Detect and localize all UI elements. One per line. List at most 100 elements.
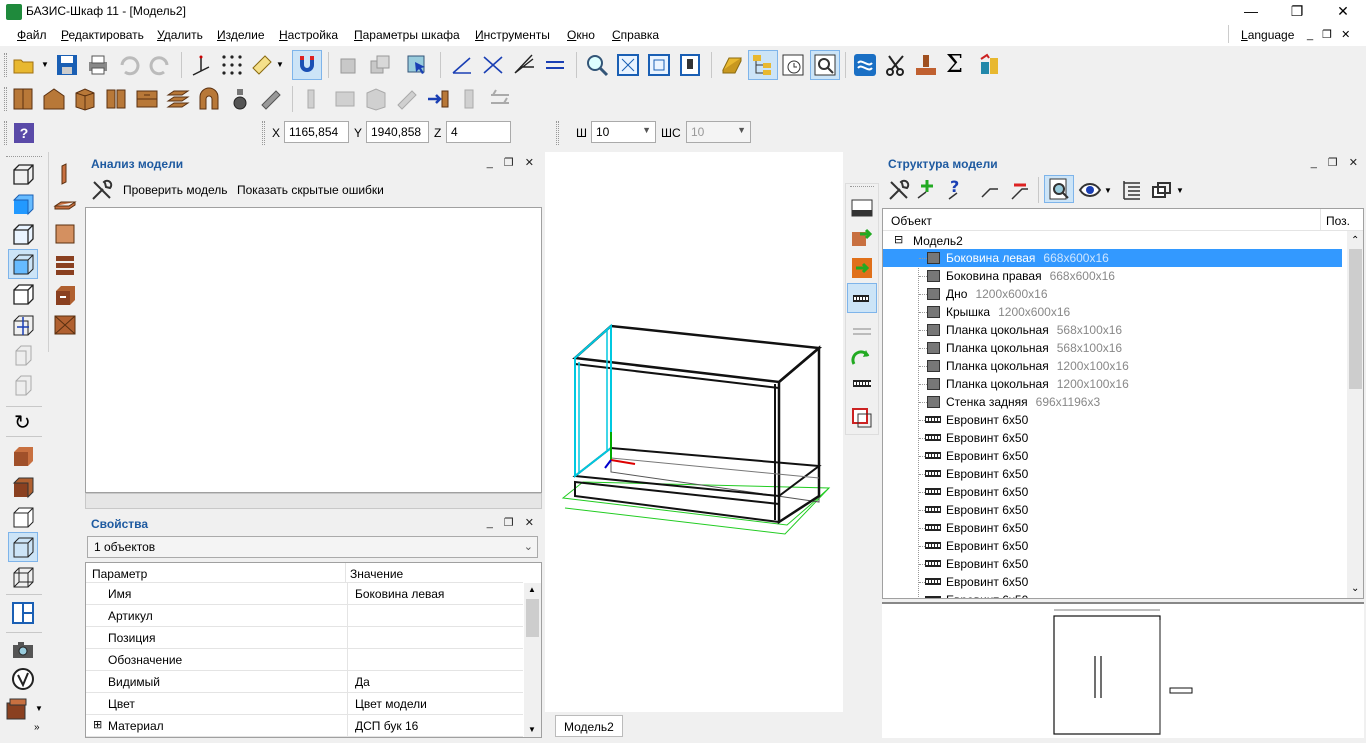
menu-file[interactable]: Файл xyxy=(17,28,47,42)
scissors-icon[interactable] xyxy=(884,53,908,77)
disabled-view-2-icon[interactable] xyxy=(11,373,35,397)
white-render-icon[interactable] xyxy=(11,505,35,529)
snap-magnet-button[interactable] xyxy=(292,50,322,80)
menu-settings[interactable]: Настройка xyxy=(279,28,338,42)
disabled-view-1-icon[interactable] xyxy=(11,343,35,367)
minimize-button[interactable]: — xyxy=(1228,0,1274,24)
fastener-toggle-button[interactable] xyxy=(847,283,877,313)
menu-product[interactable]: Изделие xyxy=(217,28,265,42)
parallel-lines-icon[interactable] xyxy=(543,53,567,77)
basis-connect-icon[interactable] xyxy=(853,53,877,77)
property-row[interactable]: Обозначение xyxy=(86,649,523,671)
property-value[interactable]: ДСП бук 16 xyxy=(355,719,418,733)
menu-language[interactable]: Language xyxy=(1241,28,1294,42)
drawer-icon[interactable] xyxy=(135,87,159,111)
scroll-up-icon[interactable]: ▲ xyxy=(528,585,536,594)
vertical-scrollbar[interactable]: ▲ ▼ xyxy=(524,583,541,737)
check-model-button[interactable]: Проверить модель xyxy=(123,183,228,197)
box-outline-icon[interactable] xyxy=(11,282,35,306)
tree-item[interactable]: Евровинт 6х50 xyxy=(883,555,1342,573)
more-tools-icon[interactable]: » xyxy=(34,722,40,733)
property-row[interactable]: Имя Боковина левая xyxy=(86,583,523,605)
materials-icon[interactable] xyxy=(5,697,29,721)
sigma-icon[interactable]: Σ xyxy=(946,52,963,76)
tree-item[interactable]: Планка цокольная 1200x100x16 xyxy=(883,357,1342,375)
move-green-icon[interactable] xyxy=(850,256,874,280)
tree-item[interactable]: Планка цокольная 1200x100x16 xyxy=(883,375,1342,393)
shaped-panel-icon[interactable] xyxy=(53,313,77,337)
shaded-render-icon[interactable] xyxy=(11,475,35,499)
box-wire-icon[interactable] xyxy=(11,162,35,186)
panel-view-icon[interactable] xyxy=(850,196,874,220)
tree-item[interactable]: Евровинт 6х50 xyxy=(883,519,1342,537)
wrench-screwdriver-icon[interactable] xyxy=(887,178,911,202)
panel-controls[interactable]: _ ❐ ✕ xyxy=(487,156,538,169)
save-icon[interactable] xyxy=(55,53,79,77)
toolbar-grip[interactable] xyxy=(4,121,7,145)
x-coordinate-input[interactable]: 1165,854 xyxy=(284,121,349,143)
cabinet-house-icon[interactable] xyxy=(42,87,66,111)
wardrobe-icon[interactable] xyxy=(11,87,35,111)
tree-item[interactable]: Евровинт 6х50 xyxy=(883,573,1342,591)
red-frame-icon[interactable] xyxy=(850,406,874,430)
menu-delete[interactable]: Удалить xyxy=(157,28,203,42)
toolbar-grip[interactable] xyxy=(6,156,42,158)
grid-dots-icon[interactable] xyxy=(220,53,244,77)
insert-arrow-icon[interactable] xyxy=(426,87,450,111)
vertical-panel-icon[interactable] xyxy=(53,162,77,186)
menu-cabinet-params[interactable]: Параметры шкафа xyxy=(354,28,460,42)
shaded-wire-button[interactable] xyxy=(8,249,38,279)
property-value[interactable]: Да xyxy=(355,675,370,689)
chevron-down-icon[interactable]: ▼ xyxy=(1176,186,1184,195)
tree-root-label[interactable]: Модель2 xyxy=(913,234,963,248)
panel-controls[interactable]: _ ❐ ✕ xyxy=(487,516,538,529)
visualization-icon[interactable] xyxy=(11,667,35,691)
zoom-fit-icon[interactable] xyxy=(616,53,640,77)
shelves-icon[interactable] xyxy=(166,87,190,111)
toolbar-grip[interactable] xyxy=(556,121,559,145)
tree-item[interactable]: Стенка задняя 696x1196x3 xyxy=(883,393,1342,411)
zoom-window-icon[interactable] xyxy=(647,53,671,77)
tree-item[interactable]: Евровинт 6х50 xyxy=(883,465,1342,483)
mdi-controls[interactable]: _ ❐ ✕ xyxy=(1307,28,1353,41)
view-icon[interactable] xyxy=(678,53,702,77)
tree-item[interactable]: Планка цокольная 568x100x16 xyxy=(883,339,1342,357)
toolbar-grip[interactable] xyxy=(850,186,874,188)
property-row[interactable]: ⊞ Материал ДСП бук 16 xyxy=(86,715,523,737)
property-row[interactable]: Видимый Да xyxy=(86,671,523,693)
disabled-tool-2-icon[interactable] xyxy=(333,87,357,111)
tree-item[interactable]: Боковина правая 668x600x16 xyxy=(883,267,1342,285)
collapse-icon[interactable]: ⊟ xyxy=(894,233,903,246)
toolbar-grip[interactable] xyxy=(4,87,7,111)
wheel-support-icon[interactable] xyxy=(228,87,252,111)
close-button[interactable]: ✕ xyxy=(1320,0,1366,24)
scroll-down-icon[interactable]: ▼ xyxy=(528,725,536,734)
move-panel-icon[interactable] xyxy=(337,53,361,77)
arch-icon[interactable] xyxy=(197,87,221,111)
y-coordinate-input[interactable]: 1940,858 xyxy=(366,121,429,143)
material-book-icon[interactable] xyxy=(720,53,744,77)
menu-help[interactable]: Справка xyxy=(612,28,659,42)
connect-line-icon[interactable] xyxy=(978,177,1002,201)
undo-icon[interactable] xyxy=(117,53,141,77)
disabled-tool-4-icon[interactable] xyxy=(395,87,419,111)
axes-icon[interactable] xyxy=(189,53,213,77)
texture-render-icon[interactable] xyxy=(11,444,35,468)
scroll-up-icon[interactable]: ⌃ xyxy=(1351,235,1359,246)
doors-icon[interactable] xyxy=(104,87,128,111)
tree-item[interactable]: Крышка 1200x600x16 xyxy=(883,303,1342,321)
tree-item[interactable]: Евровинт 6х50 xyxy=(883,501,1342,519)
camera-icon[interactable] xyxy=(11,637,35,661)
drawer-front-icon[interactable] xyxy=(53,283,77,307)
maximize-button[interactable]: ❐ xyxy=(1274,0,1320,24)
z-coordinate-input[interactable]: 4 xyxy=(446,121,511,143)
chevron-down-icon[interactable]: ▼ xyxy=(41,60,49,69)
box-edges-icon[interactable] xyxy=(11,222,35,246)
timeline-icon[interactable] xyxy=(781,53,805,77)
tree-item[interactable]: Евровинт 6х50 xyxy=(883,537,1342,555)
box-section-icon[interactable] xyxy=(11,313,35,337)
disabled-screw-icon[interactable] xyxy=(853,328,871,335)
export-icon[interactable] xyxy=(977,53,1001,77)
print-icon[interactable] xyxy=(86,53,110,77)
scroll-down-icon[interactable]: ⌄ xyxy=(1351,583,1359,594)
